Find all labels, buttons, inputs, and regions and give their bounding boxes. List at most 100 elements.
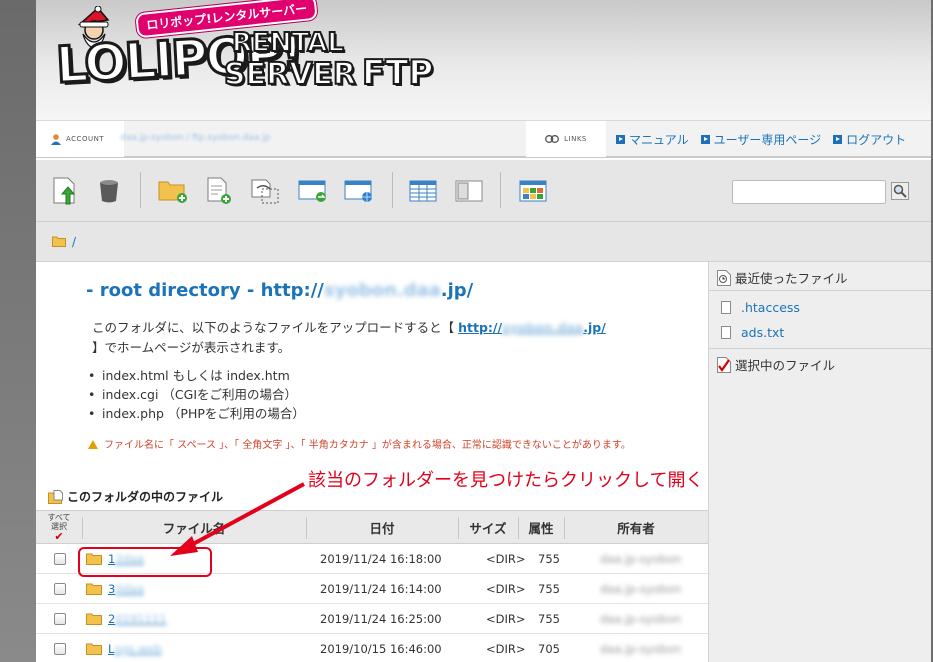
thumbnail-view-button[interactable] (518, 176, 548, 206)
move-window-icon (298, 180, 326, 202)
document-icon (721, 301, 731, 314)
list-item: index.html もしくは index.htm (88, 366, 305, 385)
folder-name-link[interactable]: Logs.web (108, 642, 162, 656)
recent-files-icon (717, 269, 731, 286)
logout-link[interactable]: ログアウト (833, 131, 906, 148)
sidebar-divider (709, 290, 931, 291)
move-button[interactable] (298, 176, 328, 206)
folder-name-link[interactable]: 30daa (108, 582, 144, 596)
breadcrumb-root-link[interactable]: / (72, 235, 76, 249)
user-icon (51, 134, 61, 145)
logo-rental-text: RENTAL (231, 28, 345, 58)
row-checkbox[interactable] (54, 613, 66, 625)
row-checkbox[interactable] (54, 583, 66, 595)
file-date: 2019/10/15 16:46:00 (320, 642, 442, 656)
recent-file-item[interactable]: .htaccess (721, 300, 800, 315)
row-checkbox[interactable] (54, 643, 66, 655)
delete-button[interactable] (94, 176, 124, 206)
account-value: daa.jp-syobon / ftp.syobon.daa.jp (120, 133, 271, 143)
file-attr: 755 (538, 552, 560, 566)
links-tab: LINKS (526, 121, 606, 157)
search-input[interactable] (732, 180, 886, 204)
file-owner: daa.jp-syobon (600, 552, 682, 566)
file-owner: daa.jp-syobon (600, 582, 682, 596)
upload-icon (53, 177, 76, 205)
thumbnail-view-icon (519, 180, 547, 202)
list-item: index.cgi （CGIをご利用の場合） (88, 385, 305, 404)
toolbar-separator (392, 172, 393, 208)
file-owner: daa.jp-syobon (600, 612, 682, 626)
column-header-owner[interactable]: 所有者 (564, 511, 708, 543)
file-size: <DIR> (486, 612, 526, 626)
split-view-button[interactable] (454, 176, 484, 206)
account-bar: ACCOUNT daa.jp-syobon / ftp.syobon.daa.j… (36, 120, 931, 158)
file-date: 2019/11/24 16:25:00 (320, 612, 442, 626)
manual-link[interactable]: マニュアル (616, 131, 689, 148)
folder-icon (86, 613, 102, 625)
checkmark-icon: ✔ (54, 530, 64, 543)
toolbar (36, 160, 931, 222)
file-owner: daa.jp-syobon (600, 642, 682, 656)
recent-files-heading: 最近使ったファイル (717, 268, 848, 287)
web-preview-button[interactable] (344, 176, 374, 206)
account-tab: ACCOUNT (36, 121, 124, 157)
homepage-link[interactable]: http://syobon.daa.jp/ (458, 320, 606, 335)
rename-button[interactable] (250, 176, 280, 206)
file-attr: 755 (538, 582, 560, 596)
search-button[interactable] (891, 182, 909, 200)
arrow-square-icon (700, 135, 710, 144)
magnifier-icon (891, 182, 909, 200)
column-header-date[interactable]: 日付 (306, 511, 458, 543)
page-title: - root directory - http://syobon.daa.jp/ (86, 280, 474, 301)
table-row[interactable]: 20191111 2019/11/24 16:25:00 <DIR> 755 d… (36, 604, 708, 634)
annotation-arrow-icon (170, 482, 305, 556)
file-size: <DIR> (486, 552, 526, 566)
list-item: index.php （PHPをご利用の場合） (88, 404, 305, 423)
row-checkbox[interactable] (54, 553, 66, 565)
select-all-toggle[interactable]: すべて 選択 ✔ (44, 513, 74, 542)
folder-icon (86, 643, 102, 655)
logo-ftp-text: FTP (361, 53, 434, 93)
folder-document-icon (48, 489, 63, 504)
filename-warning: ファイル名に「 スペース 」、「 全角文字 」、「 半角カタカナ 」が含まれる場… (88, 438, 648, 453)
toolbar-separator (140, 172, 141, 208)
upload-button[interactable] (50, 176, 80, 206)
rename-icon (251, 179, 279, 204)
file-size: <DIR> (486, 642, 526, 656)
folder-name-link[interactable]: 20191111 (108, 612, 167, 626)
table-row[interactable]: Logs.web 2019/10/15 16:46:00 <DIR> 705 d… (36, 634, 708, 662)
arrow-square-icon (833, 135, 843, 144)
ftp-app: ロリポップ!レンタルサーバー LOLIPOP! RENTAL SERVER FT… (36, 0, 931, 662)
selected-file-icon (717, 356, 731, 373)
arrow-square-icon (616, 135, 625, 144)
window-gutter-left (0, 0, 36, 662)
recent-file-item[interactable]: ads.txt (721, 325, 784, 340)
column-header-size[interactable]: サイズ (458, 511, 518, 543)
column-header-attr[interactable]: 属性 (518, 511, 564, 543)
file-date: 2019/11/24 16:14:00 (320, 582, 442, 596)
list-view-icon (409, 180, 437, 202)
breadcrumb: / (36, 222, 931, 262)
user-page-link[interactable]: ユーザー専用ページ (700, 131, 821, 148)
account-tab-label: ACCOUNT (66, 135, 105, 143)
split-view-icon (455, 180, 483, 202)
trash-icon (100, 180, 118, 203)
header: ロリポップ!レンタルサーバー LOLIPOP! RENTAL SERVER FT… (36, 0, 931, 120)
links-tab-label: LINKS (564, 135, 587, 143)
file-date: 2019/11/24 16:18:00 (320, 552, 442, 566)
sidebar: 最近使ったファイル .htaccess ads.txt 選択中のファイル (708, 262, 931, 662)
warning-icon (88, 440, 98, 449)
instruction-callout: 該当のフォルダーを見つけたらクリックして開く (308, 470, 704, 491)
logo-server-text: SERVER (223, 57, 357, 92)
table-header: すべて 選択 ✔ ファイル名 日付 サイズ 属性 所有者 (36, 510, 708, 544)
new-file-button[interactable] (204, 176, 234, 206)
folder-icon (52, 236, 66, 247)
list-view-button[interactable] (408, 176, 438, 206)
table-row[interactable]: 30daa 2019/11/24 16:14:00 <DIR> 755 daa.… (36, 574, 708, 604)
new-folder-button[interactable] (158, 176, 188, 206)
selected-files-heading: 選択中のファイル (717, 355, 835, 374)
link-chain-icon (545, 135, 560, 143)
folder-icon (86, 583, 102, 595)
document-icon (721, 326, 731, 339)
lolipop-ftp-logo[interactable]: ロリポップ!レンタルサーバー LOLIPOP! RENTAL SERVER FT… (53, 0, 434, 112)
